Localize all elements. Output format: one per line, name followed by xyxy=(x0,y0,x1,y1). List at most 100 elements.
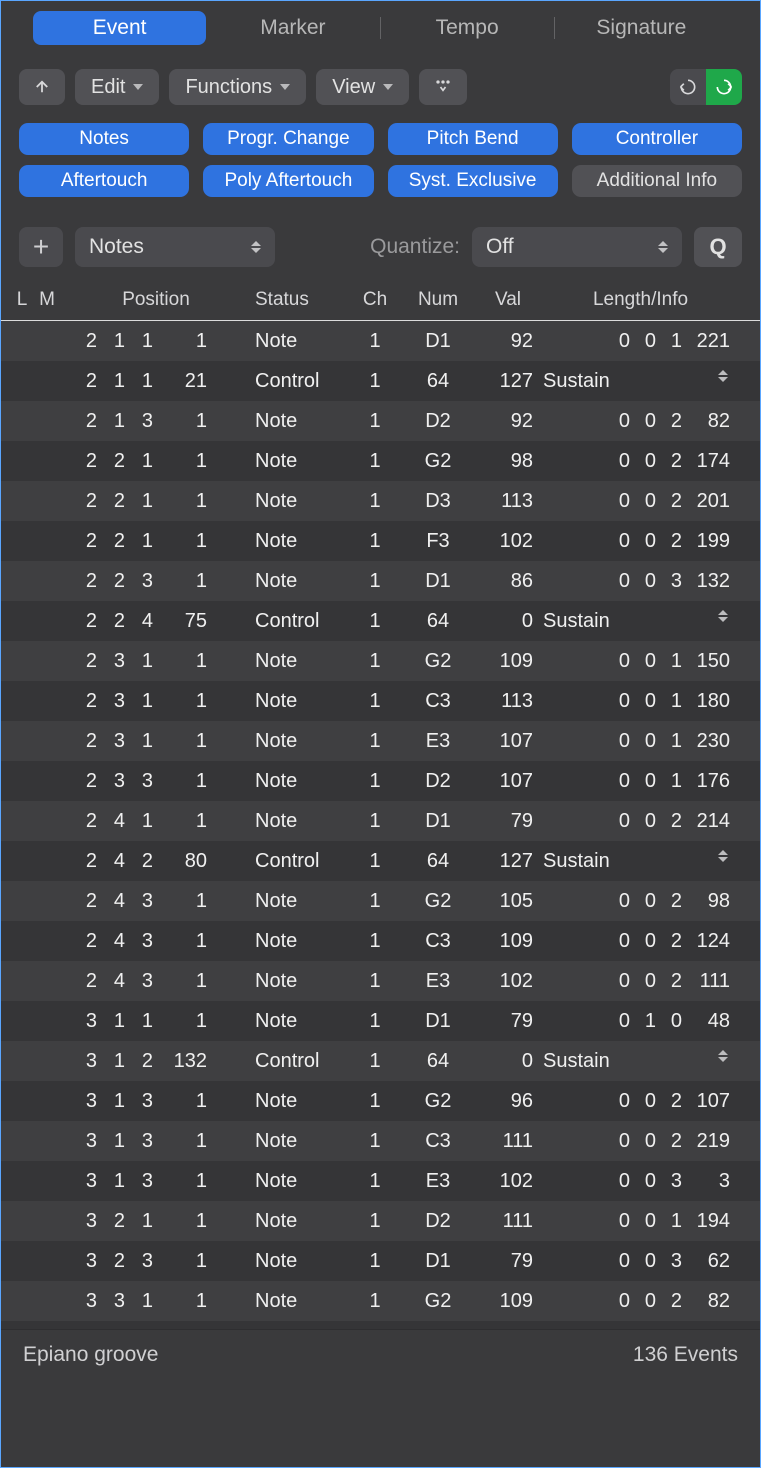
cell-num[interactable]: 64 xyxy=(399,610,477,633)
event-table-body[interactable]: 2111Note1D19200122121121Control164127Sus… xyxy=(1,321,760,1329)
filter-program-change[interactable]: Progr. Change xyxy=(203,123,373,155)
cell-position[interactable]: 2131 xyxy=(61,410,251,433)
event-row[interactable]: 3131Note1C3111002219 xyxy=(1,1121,760,1161)
cell-num[interactable]: G2 xyxy=(399,1290,477,1313)
updown-icon[interactable] xyxy=(718,1050,730,1073)
cell-num[interactable]: D1 xyxy=(399,810,477,833)
tab-tempo[interactable]: Tempo xyxy=(381,11,554,45)
event-type-select[interactable]: Notes xyxy=(75,227,275,267)
cell-val[interactable]: 102 xyxy=(477,530,539,553)
cell-num[interactable]: D2 xyxy=(399,410,477,433)
cell-length-info[interactable]: 002174 xyxy=(539,450,742,473)
event-row[interactable]: 2431Note1C3109002124 xyxy=(1,921,760,961)
cell-position[interactable]: 3131 xyxy=(61,1130,251,1153)
cell-num[interactable]: C3 xyxy=(399,690,477,713)
filter-notes[interactable]: Notes xyxy=(19,123,189,155)
cell-num[interactable]: C3 xyxy=(399,1130,477,1153)
event-row[interactable]: 2331Note1D2107001176 xyxy=(1,761,760,801)
functions-menu[interactable]: Functions xyxy=(169,69,306,105)
filter-additional-info[interactable]: Additional Info xyxy=(572,165,742,197)
cell-val[interactable]: 107 xyxy=(477,730,539,753)
col-header-loop[interactable]: L xyxy=(11,289,33,311)
cell-val[interactable]: 111 xyxy=(477,1130,539,1153)
cell-status[interactable]: Note xyxy=(251,930,351,953)
cell-position[interactable]: 21121 xyxy=(61,370,251,393)
cell-val[interactable]: 127 xyxy=(477,370,539,393)
cell-status[interactable]: Note xyxy=(251,330,351,353)
cell-num[interactable]: D1 xyxy=(399,1010,477,1033)
cell-status[interactable]: Note xyxy=(251,1290,351,1313)
cell-num[interactable]: 64 xyxy=(399,370,477,393)
view-menu[interactable]: View xyxy=(316,69,409,105)
cell-length-info[interactable]: 002111 xyxy=(539,970,742,993)
cell-length-info[interactable]: 001176 xyxy=(539,770,742,793)
cell-val[interactable]: 109 xyxy=(477,650,539,673)
cell-val[interactable]: 96 xyxy=(477,1090,539,1113)
event-row[interactable]: 2431Note1E3102002111 xyxy=(1,961,760,1001)
cell-position[interactable]: 2111 xyxy=(61,330,251,353)
cell-channel[interactable]: 1 xyxy=(351,450,399,473)
cell-status[interactable]: Control xyxy=(251,850,351,873)
cell-status[interactable]: Note xyxy=(251,410,351,433)
cell-status[interactable]: Note xyxy=(251,730,351,753)
cell-num[interactable]: F3 xyxy=(399,530,477,553)
cell-val[interactable]: 92 xyxy=(477,410,539,433)
cell-length-info[interactable]: 002219 xyxy=(539,1130,742,1153)
midi-in-button[interactable] xyxy=(670,69,706,105)
cell-length-info[interactable]: Sustain xyxy=(539,1050,742,1073)
event-row[interactable]: 3211Note1D2111001194 xyxy=(1,1201,760,1241)
filter-aftertouch[interactable]: Aftertouch xyxy=(19,165,189,197)
cell-num[interactable]: E3 xyxy=(399,1170,477,1193)
cell-val[interactable]: 79 xyxy=(477,1250,539,1273)
cell-position[interactable]: 24280 xyxy=(61,850,251,873)
cell-status[interactable]: Control xyxy=(251,1050,351,1073)
cell-position[interactable]: 2331 xyxy=(61,770,251,793)
cell-channel[interactable]: 1 xyxy=(351,490,399,513)
cell-channel[interactable]: 1 xyxy=(351,410,399,433)
col-header-mute[interactable]: M xyxy=(33,289,61,311)
cell-num[interactable]: 64 xyxy=(399,1050,477,1073)
cell-length-info[interactable]: 00298 xyxy=(539,890,742,913)
cell-length-info[interactable]: 00282 xyxy=(539,410,742,433)
tab-signature[interactable]: Signature xyxy=(555,11,728,45)
cell-val[interactable]: 127 xyxy=(477,850,539,873)
cell-channel[interactable]: 1 xyxy=(351,370,399,393)
cell-val[interactable]: 102 xyxy=(477,1170,539,1193)
event-row[interactable]: 3131Note1E31020033 xyxy=(1,1161,760,1201)
filter-controller[interactable]: Controller xyxy=(572,123,742,155)
cell-position[interactable]: 3311 xyxy=(61,1290,251,1313)
cell-status[interactable]: Note xyxy=(251,1210,351,1233)
cell-channel[interactable]: 1 xyxy=(351,330,399,353)
cell-position[interactable]: 2431 xyxy=(61,970,251,993)
cell-num[interactable]: D1 xyxy=(399,570,477,593)
cell-num[interactable]: E3 xyxy=(399,730,477,753)
cell-channel[interactable]: 1 xyxy=(351,1250,399,1273)
cell-num[interactable]: 64 xyxy=(399,850,477,873)
cell-position[interactable]: 2211 xyxy=(61,530,251,553)
cell-val[interactable]: 109 xyxy=(477,1290,539,1313)
event-row[interactable]: 2231Note1D186003132 xyxy=(1,561,760,601)
event-row[interactable]: 2411Note1D179002214 xyxy=(1,801,760,841)
cell-status[interactable]: Note xyxy=(251,770,351,793)
cell-val[interactable]: 102 xyxy=(477,970,539,993)
cell-channel[interactable]: 1 xyxy=(351,930,399,953)
cell-num[interactable]: C3 xyxy=(399,930,477,953)
event-row[interactable]: 21121Control164127Sustain xyxy=(1,361,760,401)
cell-val[interactable]: 105 xyxy=(477,890,539,913)
cell-length-info[interactable]: 00282 xyxy=(539,1290,742,1313)
filter-poly-aftertouch[interactable]: Poly Aftertouch xyxy=(203,165,373,197)
cell-val[interactable]: 109 xyxy=(477,930,539,953)
catch-playhead-button[interactable] xyxy=(419,69,467,105)
col-header-status[interactable]: Status xyxy=(251,289,351,311)
cell-position[interactable]: 2211 xyxy=(61,490,251,513)
cell-length-info[interactable]: 001150 xyxy=(539,650,742,673)
col-header-position[interactable]: Position xyxy=(61,289,251,311)
cell-length-info[interactable]: Sustain xyxy=(539,850,742,873)
quantize-button[interactable]: Q xyxy=(694,227,742,267)
cell-status[interactable]: Note xyxy=(251,450,351,473)
midi-out-button[interactable] xyxy=(706,69,742,105)
cell-channel[interactable]: 1 xyxy=(351,650,399,673)
cell-length-info[interactable]: 001180 xyxy=(539,690,742,713)
event-row[interactable]: 2211Note1G298002174 xyxy=(1,441,760,481)
updown-icon[interactable] xyxy=(718,850,730,873)
